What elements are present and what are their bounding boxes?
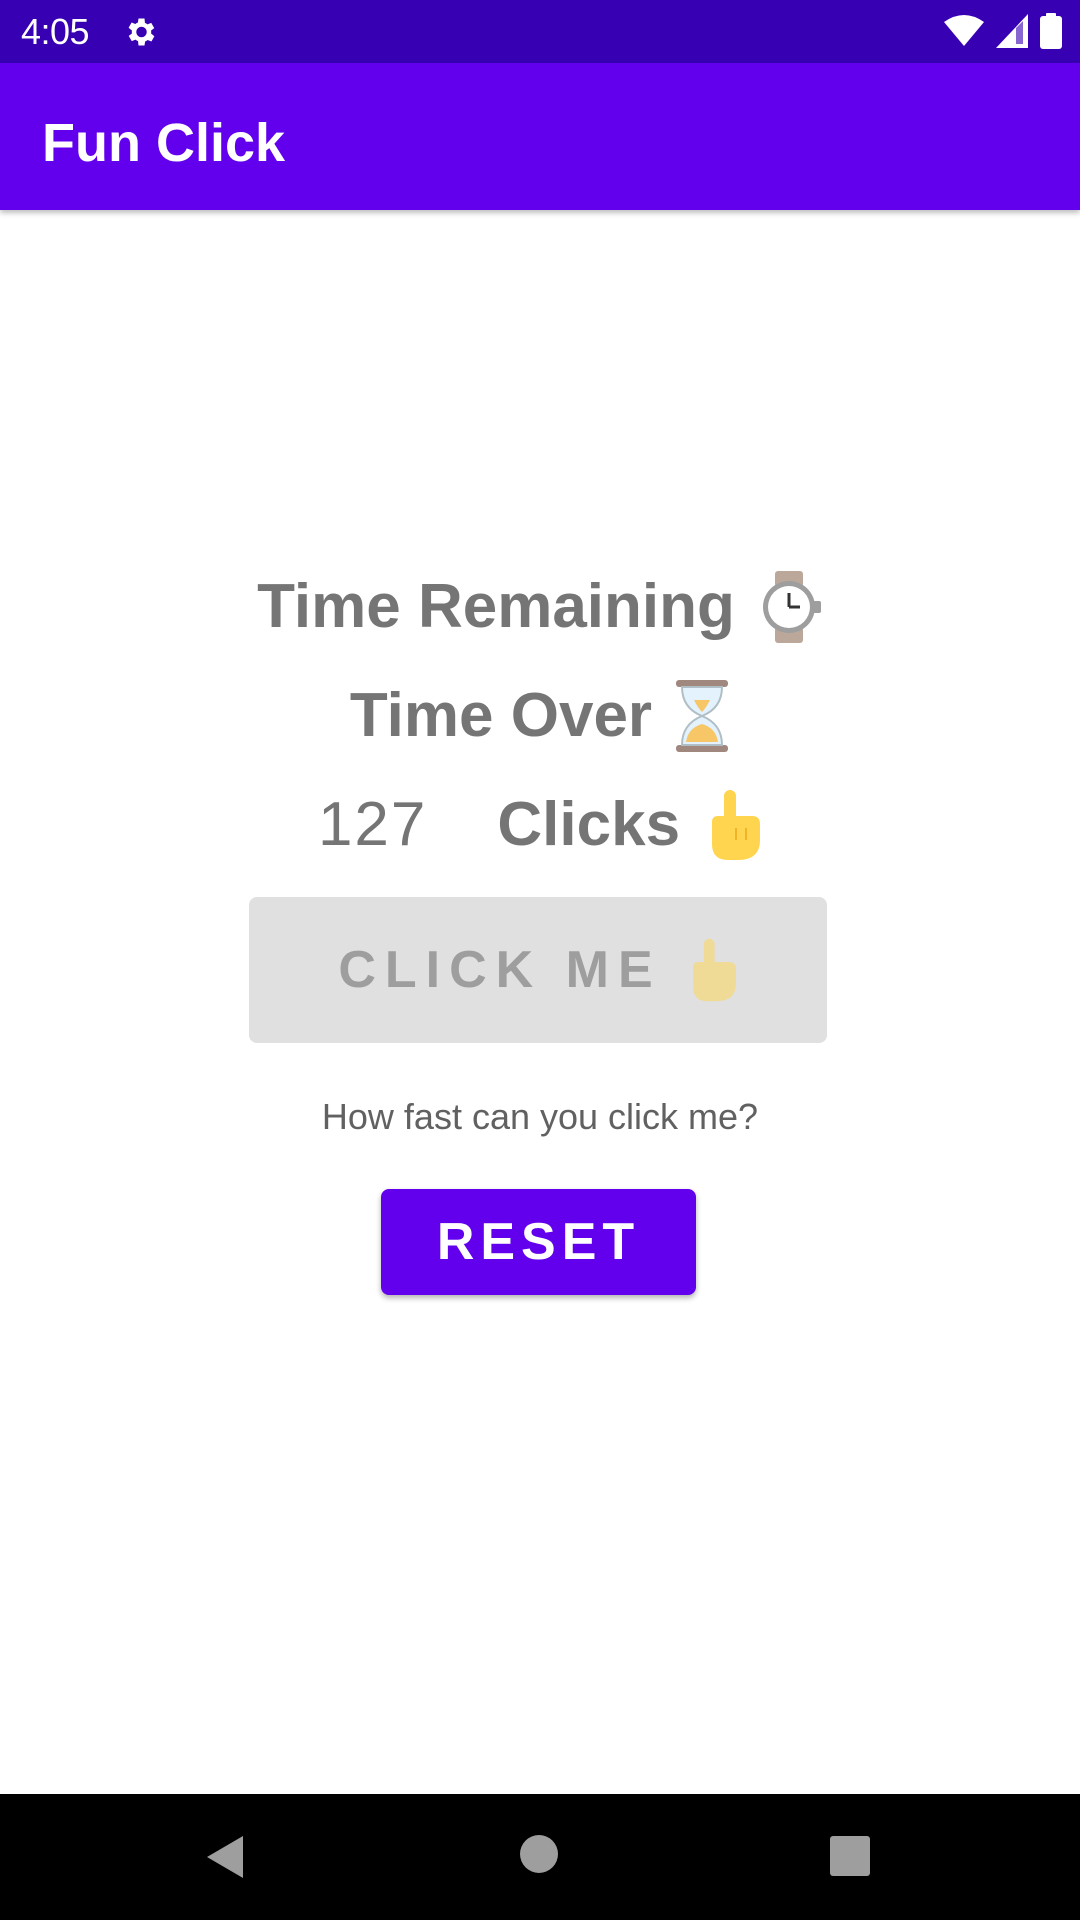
- click-me-button[interactable]: CLICK ME: [249, 897, 827, 1043]
- cell-signal-icon: [996, 14, 1028, 48]
- status-time: 4:05: [21, 11, 90, 52]
- wifi-icon: [944, 15, 984, 46]
- settings-gear-icon: [128, 18, 155, 46]
- hint-text: How fast can you click me?: [321, 1096, 759, 1137]
- time-over-row: Time Over: [0, 676, 1080, 756]
- app-title: Fun Click: [42, 113, 286, 173]
- recents-button[interactable]: [830, 1836, 870, 1876]
- click-count: 127: [317, 790, 428, 859]
- battery-icon: [1040, 13, 1062, 49]
- clicks-row: 127 Clicks: [0, 785, 1080, 865]
- pointing-hand-icon: [712, 790, 761, 860]
- reset-button[interactable]: RESET: [381, 1189, 696, 1295]
- time-remaining-row: Time Remaining: [0, 567, 1080, 647]
- clicks-label: Clicks: [497, 790, 681, 859]
- back-button[interactable]: [205, 1834, 245, 1880]
- time-remaining-label: Time Remaining: [257, 572, 735, 641]
- navigation-bar: [0, 1794, 1080, 1920]
- pointing-hand-icon: [692, 938, 736, 1002]
- home-button[interactable]: [519, 1834, 559, 1874]
- status-bar: 4:05: [0, 0, 1080, 63]
- status-icons: [944, 12, 1062, 50]
- hourglass-icon: [676, 680, 729, 752]
- app-bar: Fun Click: [0, 63, 1080, 210]
- time-over-label: Time Over: [349, 681, 653, 750]
- click-me-label: CLICK ME: [338, 941, 662, 999]
- watch-icon: [762, 571, 821, 643]
